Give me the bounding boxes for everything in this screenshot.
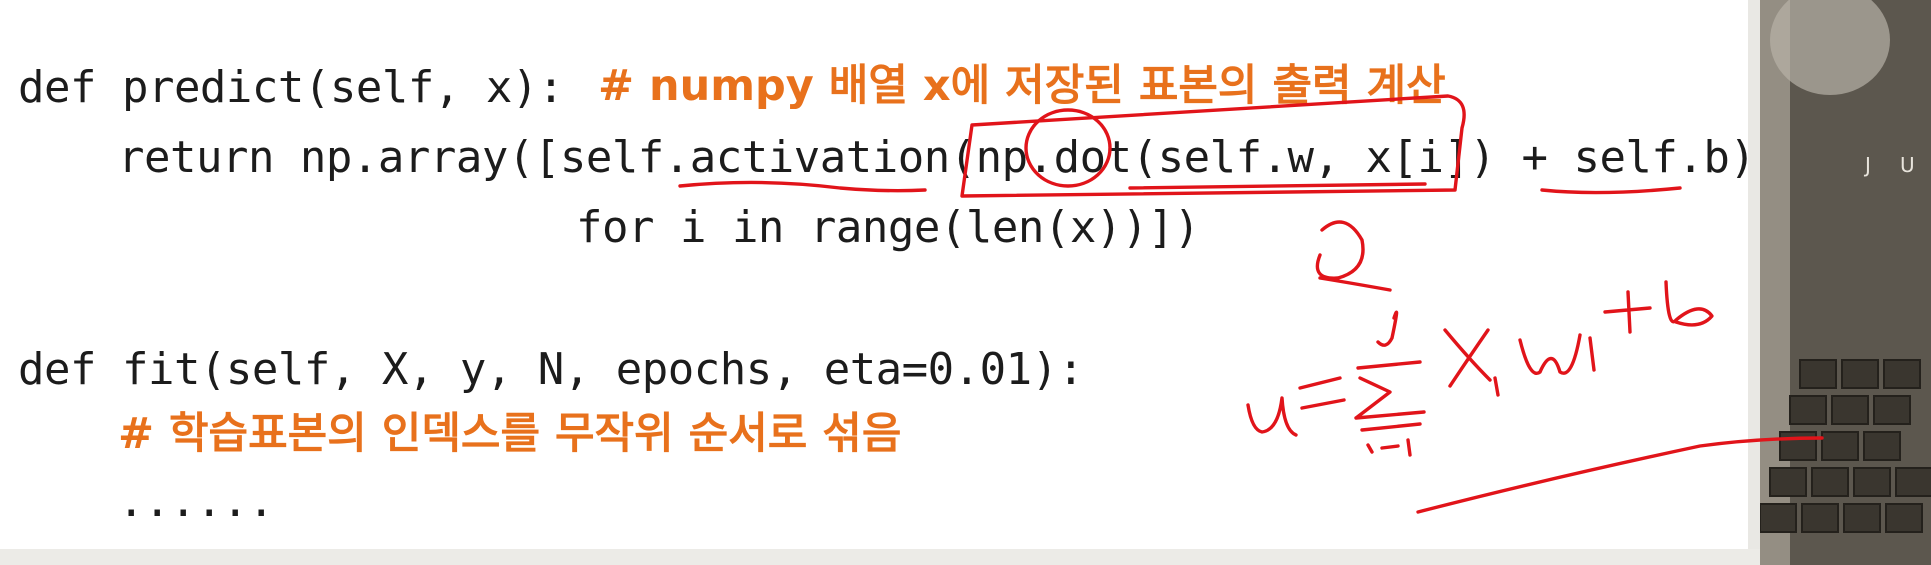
ellipsis-line: ...... [118, 476, 274, 527]
slide-bottom-border [0, 549, 1931, 565]
fit-def-line: def fit(self, X, y, N, epochs, eta=0.01)… [18, 344, 1084, 395]
for-line: for i in range(len(x))]) [576, 202, 1200, 253]
fit-comment: # 학습표본의 인덱스를 무작위 순서로 섞음 [118, 409, 902, 459]
keyboard-photo-icon: J U [1760, 0, 1931, 565]
lecture-slide: def predict(self, x): # numpy 배열 x에 저장된 … [0, 0, 1756, 549]
predict-comment: # numpy 배열 x에 저장된 표본의 출력 계산 [598, 61, 1446, 111]
return-line: return np.array([self.activation(np.dot(… [118, 132, 1756, 183]
svg-text:U: U [1900, 153, 1915, 177]
svg-text:J: J [1863, 153, 1871, 177]
predict-def-line: def predict(self, x): [18, 62, 564, 113]
presenter-video-thumbnail: J U [1760, 0, 1931, 565]
